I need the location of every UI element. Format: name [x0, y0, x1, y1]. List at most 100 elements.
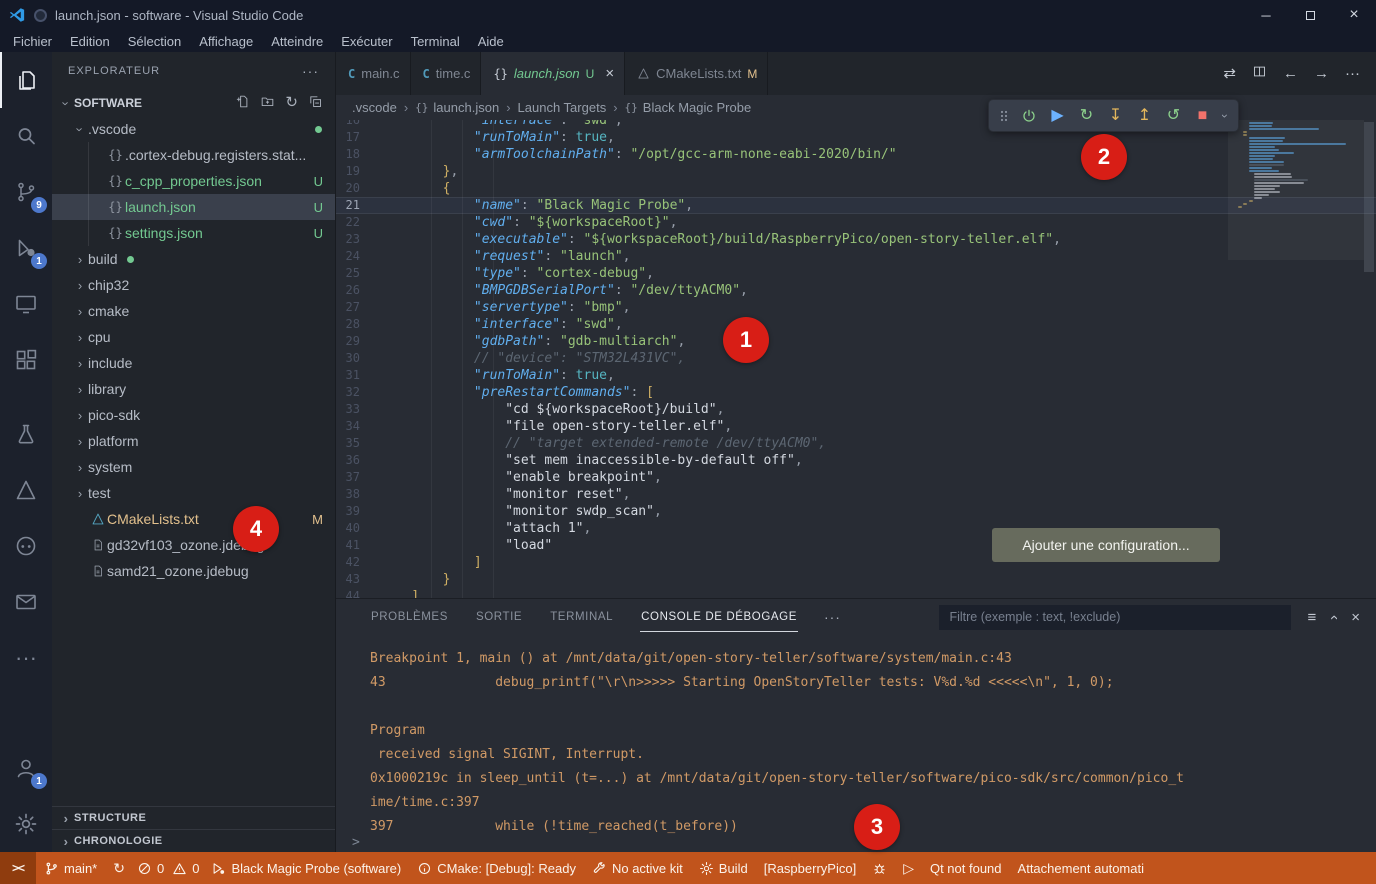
- continue-button[interactable]: ▶: [1044, 102, 1071, 129]
- code-line[interactable]: 33 "cd ${workspaceRoot}/build",: [336, 401, 1376, 418]
- code-editor[interactable]: 16 "interface": "swd",17 "runToMain": tr…: [336, 120, 1376, 598]
- code-line[interactable]: 43 }: [336, 571, 1376, 588]
- status-build[interactable]: Build: [691, 852, 756, 884]
- editor-tab-cmakelists-txt[interactable]: CMakeLists.txtM: [625, 52, 768, 95]
- close-tab-icon[interactable]: ×: [605, 65, 614, 82]
- power-button[interactable]: [1015, 102, 1042, 129]
- open-changes-button[interactable]: ⇄: [1223, 65, 1236, 82]
- code-line[interactable]: 35 // "target extended-remote /dev/ttyAC…: [336, 435, 1376, 452]
- code-line[interactable]: 36 "set mem inaccessible-by-default off"…: [336, 452, 1376, 469]
- stop-button[interactable]: ■: [1189, 102, 1216, 129]
- code-line[interactable]: 40 "attach 1",: [336, 520, 1376, 537]
- activity-accounts[interactable]: 1: [0, 740, 52, 796]
- activity-mail-view[interactable]: [0, 574, 52, 630]
- activity-remote-explorer[interactable]: [0, 276, 52, 332]
- activity-run-debug[interactable]: 1: [0, 220, 52, 276]
- stop-dropdown-button[interactable]: ›: [1218, 102, 1232, 129]
- code-line[interactable]: 37 "enable breakpoint",: [336, 469, 1376, 486]
- status-auto-attach[interactable]: Attachement automati: [1010, 852, 1152, 884]
- menu-ex-cuter[interactable]: Exécuter: [332, 34, 401, 49]
- code-line[interactable]: 32 "preRestartCommands": [: [336, 384, 1376, 401]
- tree-item-chip32[interactable]: ›chip32: [52, 272, 335, 298]
- navigate-forward-button[interactable]: →: [1314, 65, 1329, 82]
- code-line[interactable]: 24 "request": "launch",: [336, 248, 1376, 265]
- activity-settings[interactable]: [0, 796, 52, 852]
- menu-atteindre[interactable]: Atteindre: [262, 34, 332, 49]
- breadcrumb-item[interactable]: {}launch.json: [415, 100, 499, 115]
- code-line[interactable]: 21 "name": "Black Magic Probe",: [336, 197, 1376, 214]
- split-editor-button[interactable]: [1252, 64, 1267, 83]
- menu-affichage[interactable]: Affichage: [190, 34, 262, 49]
- add-configuration-button[interactable]: Ajouter une configuration...: [992, 528, 1220, 562]
- menu-s-lection[interactable]: Sélection: [119, 34, 190, 49]
- editor-tab-main-c[interactable]: Cmain.c: [336, 52, 411, 95]
- tree-item-gd32vf103-ozone-jdebug[interactable]: gd32vf103_ozone.jdebug: [52, 532, 335, 558]
- editor-tab-time-c[interactable]: Ctime.c: [411, 52, 482, 95]
- code-line[interactable]: 38 "monitor reset",: [336, 486, 1376, 503]
- activity-extensions[interactable]: [0, 332, 52, 388]
- tree-item-cmake[interactable]: ›cmake: [52, 298, 335, 324]
- sidebar-more-button[interactable]: ···: [302, 63, 319, 79]
- activity-additional-views[interactable]: ···: [0, 630, 52, 686]
- tree-item-samd21-ozone-jdebug[interactable]: samd21_ozone.jdebug: [52, 558, 335, 584]
- status-build-variant[interactable]: [RaspberryPico]: [756, 852, 864, 884]
- code-line[interactable]: 23 "executable": "${workspaceRoot}/build…: [336, 231, 1376, 248]
- maximize-button[interactable]: [1288, 0, 1332, 30]
- code-line[interactable]: 18 "armToolchainPath": "/opt/gcc-arm-non…: [336, 146, 1376, 163]
- code-line[interactable]: 30 // "device": "STM32L431VC",: [336, 350, 1376, 367]
- menu-fichier[interactable]: Fichier: [4, 34, 61, 49]
- navigate-back-button[interactable]: ←: [1283, 65, 1298, 82]
- tree-item-vscode[interactable]: ›.vscode: [52, 116, 335, 142]
- console-filter-input[interactable]: [939, 605, 1291, 630]
- tree-item-include[interactable]: ›include: [52, 350, 335, 376]
- panel-tab-terminal[interactable]: TERMINAL: [549, 602, 614, 632]
- remote-indicator[interactable]: ><: [0, 852, 36, 884]
- vertical-scrollbar[interactable]: [1362, 120, 1376, 598]
- new-folder-button[interactable]: [260, 94, 275, 113]
- close-panel-button[interactable]: ×: [1351, 609, 1360, 626]
- code-line[interactable]: 20 {: [336, 180, 1376, 197]
- status-debug-target[interactable]: Black Magic Probe (software): [203, 852, 409, 884]
- code-line[interactable]: 28 "interface": "swd",: [336, 316, 1376, 333]
- editor-tab-launch-json[interactable]: {}launch.jsonU×: [481, 52, 625, 95]
- code-line[interactable]: 34 "file open-story-teller.elf",: [336, 418, 1376, 435]
- section-header-structure[interactable]: ›STRUCTURE: [52, 806, 335, 829]
- tree-item-test[interactable]: ›test: [52, 480, 335, 506]
- panel-tab-output[interactable]: SORTIE: [475, 602, 523, 632]
- new-file-button[interactable]: [235, 94, 250, 113]
- code-line[interactable]: 41 "load": [336, 537, 1376, 554]
- tree-item-cpu[interactable]: ›cpu: [52, 324, 335, 350]
- activity-source-control[interactable]: 9: [0, 164, 52, 220]
- maximize-panel-button[interactable]: ›: [1331, 609, 1336, 626]
- tree-item-platform[interactable]: ›platform: [52, 428, 335, 454]
- menu-aide[interactable]: Aide: [469, 34, 513, 49]
- section-header-chronologie[interactable]: ›CHRONOLOGIE: [52, 829, 335, 852]
- tree-item-settings-json[interactable]: {}settings.jsonU: [52, 220, 335, 246]
- code-line[interactable]: 44 ]: [336, 588, 1376, 598]
- tree-item-launch-json[interactable]: {}launch.jsonU: [52, 194, 335, 220]
- breadcrumb-item[interactable]: .vscode: [352, 100, 397, 115]
- tree-item-library[interactable]: ›library: [52, 376, 335, 402]
- panel-tab-debug-console[interactable]: CONSOLE DE DÉBOGAGE: [640, 602, 798, 632]
- breadcrumb-item[interactable]: {}Black Magic Probe: [625, 100, 752, 115]
- tree-item-cmakelists-txt[interactable]: CMakeLists.txtM: [52, 506, 335, 532]
- drag-handle-button[interactable]: [995, 102, 1013, 129]
- panel-tab-problems[interactable]: PROBLÈMES: [370, 602, 449, 632]
- code-line[interactable]: 39 "monitor swdp_scan",: [336, 503, 1376, 520]
- status-launch[interactable]: ▷: [895, 852, 922, 884]
- activity-platformio[interactable]: [0, 518, 52, 574]
- debug-console-prompt[interactable]: >: [352, 835, 360, 850]
- breadcrumb-item[interactable]: Launch Targets: [518, 100, 607, 115]
- status-debug-bug[interactable]: [864, 852, 895, 884]
- tree-item-pico-sdk[interactable]: ›pico-sdk: [52, 402, 335, 428]
- step-into-button[interactable]: ↧: [1102, 102, 1129, 129]
- status-errors[interactable]: 0: [133, 852, 168, 884]
- status-active-kit[interactable]: No active kit: [584, 852, 691, 884]
- collapse-all-button[interactable]: [308, 94, 323, 113]
- refresh-button[interactable]: ↻: [285, 94, 298, 113]
- status-warnings[interactable]: 0: [168, 852, 203, 884]
- restart-button[interactable]: ↺: [1160, 102, 1187, 129]
- output-options-button[interactable]: ≡: [1307, 609, 1316, 626]
- tree-item-c-cpp-properties-json[interactable]: {}c_cpp_properties.jsonU: [52, 168, 335, 194]
- activity-testing[interactable]: [0, 406, 52, 462]
